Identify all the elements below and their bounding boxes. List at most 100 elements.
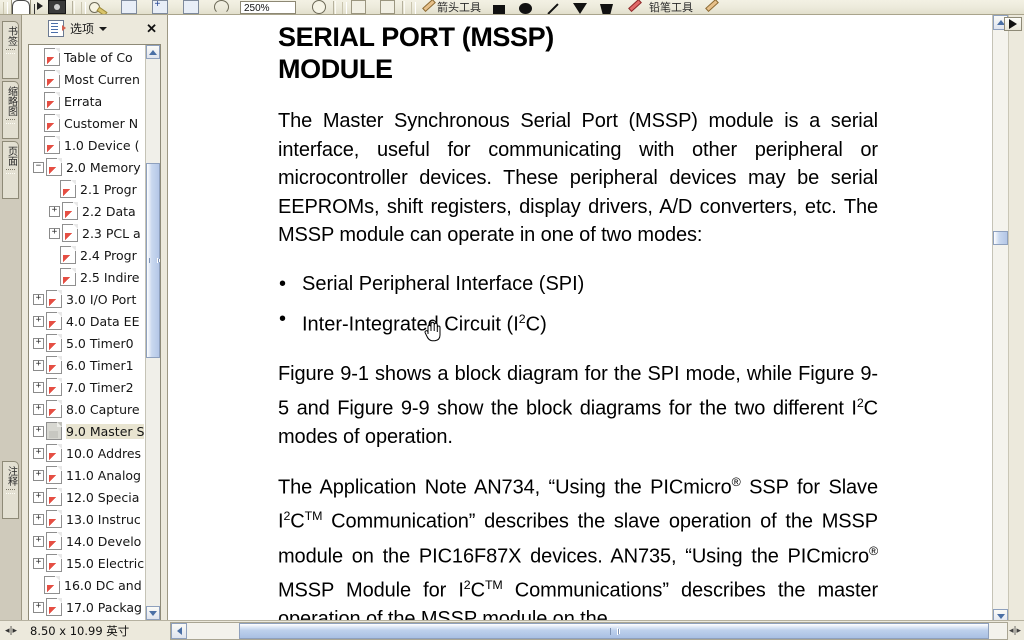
bookmark-row[interactable]: 2.5 Indire — [29, 266, 147, 288]
bookmark-row[interactable]: 1.0 Device ( — [29, 134, 147, 156]
expand-plus-icon[interactable]: + — [33, 359, 44, 371]
bookmark-row[interactable]: +17.0 Packag — [29, 596, 147, 618]
bookmark-row[interactable]: +3.0 I/O Port — [29, 288, 147, 310]
bookmark-row[interactable]: +2.2 Data — [29, 200, 147, 222]
bookmark-tree-vertical-scrollbar[interactable] — [145, 45, 160, 620]
expand-plus-icon[interactable]: + — [33, 513, 44, 525]
bookmark-row[interactable]: +10.0 Addres — [29, 442, 147, 464]
bookmark-options-label[interactable]: 选项 — [70, 20, 94, 37]
toolbar-grip-nav[interactable] — [342, 2, 347, 14]
expand-plus-icon[interactable]: + — [49, 227, 60, 239]
select-tool-button[interactable] — [31, 0, 48, 14]
page-add-button[interactable] — [151, 0, 168, 14]
document-horizontal-scrollbar[interactable] — [170, 622, 1008, 640]
bookmark-tree[interactable]: Table of Co Most Curren Errata Customer N 1.… — [28, 44, 161, 621]
expand-plus-icon[interactable]: + — [33, 469, 44, 481]
bookmark-row[interactable]: +2.3 PCL a — [29, 222, 147, 244]
bookmark-row[interactable]: +13.0 Instruc — [29, 508, 147, 530]
page-title: SERIAL PORT (MSSP) MODULE — [278, 21, 878, 85]
page-title-line-2: MODULE — [278, 54, 393, 84]
nav-tab-bookmarks[interactable]: 书签 — [2, 21, 19, 79]
expand-pane-button[interactable] — [1004, 17, 1022, 31]
expand-plus-icon[interactable]: + — [33, 535, 44, 547]
previous-page-button[interactable] — [350, 0, 367, 14]
bookmark-row[interactable]: +15.0 Electric — [29, 552, 147, 574]
expand-plus-icon[interactable]: + — [33, 381, 44, 393]
bookmark-label: 2.1 Progr — [80, 181, 137, 197]
red-pencil-icon — [627, 2, 641, 14]
bookmark-row[interactable]: +12.0 Specia — [29, 486, 147, 508]
expand-plus-icon[interactable]: + — [33, 293, 44, 305]
panel-resize-handle[interactable]: ◂|▸ — [0, 622, 22, 640]
nav-tab-comments[interactable]: 注释 — [2, 461, 19, 519]
expand-plus-icon[interactable]: + — [33, 315, 44, 327]
bookmark-row[interactable]: +9.0 Master S — [29, 420, 147, 442]
hand-tool-button[interactable] — [11, 0, 31, 14]
registered-mark-1: ® — [731, 475, 741, 490]
polygon-tool-button[interactable] — [598, 0, 615, 14]
snapshot-tool-button[interactable] — [48, 0, 66, 14]
bookmark-row[interactable]: Table of Co — [29, 46, 147, 68]
bookmark-row[interactable]: +7.0 Timer2 — [29, 376, 147, 398]
expand-plus-icon[interactable]: + — [33, 337, 44, 349]
toolbar-grip-zoom[interactable] — [81, 2, 86, 14]
rectangle-tool-button[interactable] — [490, 0, 507, 14]
bookmark-row[interactable]: +4.0 Data EE — [29, 310, 147, 332]
toolbar-grip[interactable] — [3, 2, 8, 14]
arrowhead-tool-button[interactable] — [571, 0, 588, 14]
chevron-down-icon[interactable] — [99, 26, 108, 31]
chevron-down-icon — [996, 614, 1005, 619]
red-pencil-button[interactable] — [625, 0, 642, 14]
nav-tab-thumbnails[interactable]: 缩略图 — [2, 81, 19, 139]
nav-tab-pages[interactable]: 页面 — [2, 141, 19, 199]
bookmark-row[interactable]: +8.0 Capture — [29, 398, 147, 420]
toolbar-grip-draw[interactable] — [411, 2, 416, 14]
pdf-page-content: SERIAL PORT (MSSP) MODULE The Master Syn… — [278, 21, 878, 620]
page-blank-button[interactable] — [182, 0, 199, 14]
document-vertical-scrollbar[interactable] — [992, 15, 1008, 640]
highlight-pencil-button[interactable] — [702, 0, 719, 14]
close-panel-button[interactable]: ✕ — [146, 22, 157, 35]
bookmark-row[interactable]: − 2.0 Memory — [29, 156, 147, 178]
zoom-reset-button[interactable] — [310, 0, 327, 14]
scroll-up-button[interactable] — [146, 45, 160, 59]
bookmark-label: 16.0 DC and — [64, 577, 142, 593]
bookmark-row[interactable]: +6.0 Timer1 — [29, 354, 147, 376]
bookmark-row[interactable]: 2.4 Progr — [29, 244, 147, 266]
zoom-level-field[interactable]: 250% — [240, 1, 296, 14]
expand-plus-icon[interactable]: + — [33, 557, 44, 569]
expand-plus-icon[interactable]: + — [33, 491, 44, 503]
document-view[interactable]: SERIAL PORT (MSSP) MODULE The Master Syn… — [168, 15, 1008, 620]
bookmark-row[interactable]: 16.0 DC and — [29, 574, 147, 596]
magnify-tool-button[interactable] — [89, 0, 106, 14]
next-page-button[interactable] — [379, 0, 396, 14]
doc-horizontal-scroll-thumb[interactable] — [239, 623, 989, 639]
scroll-thumb[interactable] — [146, 163, 160, 358]
bookmark-row[interactable]: +5.0 Timer0 — [29, 332, 147, 354]
doc-scroll-left-button[interactable] — [171, 623, 187, 639]
expand-plus-icon[interactable]: + — [49, 205, 60, 217]
bookmark-row[interactable]: +11.0 Analog — [29, 464, 147, 486]
rotate-button[interactable] — [213, 0, 230, 14]
collapse-minus-icon[interactable]: − — [33, 161, 44, 173]
scroll-down-button[interactable] — [146, 606, 160, 620]
diagonal-line-button[interactable] — [544, 0, 561, 14]
bookmark-row[interactable]: Most Curren — [29, 68, 147, 90]
expand-plus-icon[interactable]: + — [33, 601, 44, 613]
paragraph-intro: The Master Synchronous Serial Port (MSSP… — [278, 110, 878, 246]
polygon-tool-icon — [600, 4, 613, 14]
expand-plus-icon[interactable]: + — [33, 403, 44, 415]
expand-plus-icon[interactable]: + — [33, 447, 44, 459]
line-tool-button[interactable] — [419, 0, 436, 14]
window-resize-grip[interactable]: ◂|▸ — [1008, 624, 1022, 638]
bookmark-row[interactable]: Customer N — [29, 112, 147, 134]
bookmark-row[interactable]: Errata — [29, 90, 147, 112]
doc-scroll-thumb[interactable] — [993, 231, 1008, 245]
page-view-button[interactable] — [120, 0, 137, 14]
bookmark-row[interactable]: +14.0 Develo — [29, 530, 147, 552]
bookmark-row[interactable]: 2.1 Progr — [29, 178, 147, 200]
expand-plus-icon[interactable]: + — [33, 425, 44, 437]
oval-tool-button[interactable] — [517, 0, 534, 14]
